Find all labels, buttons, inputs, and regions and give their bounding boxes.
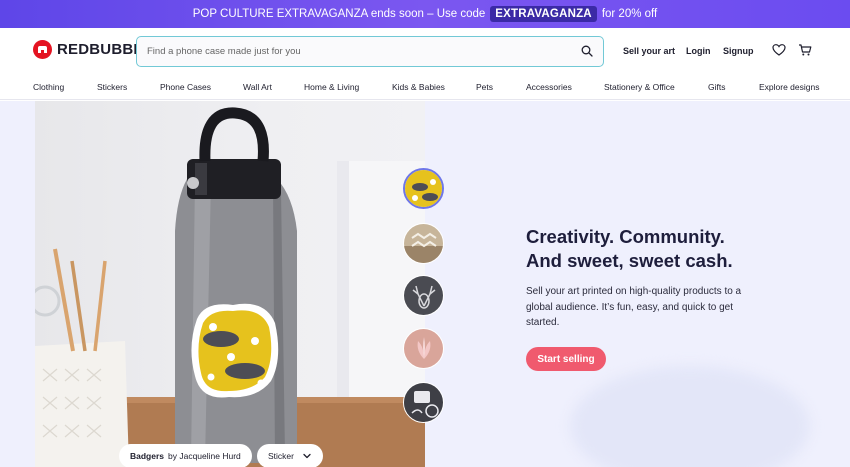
design-title: Badgers	[130, 451, 165, 461]
login-link[interactable]: Login	[686, 46, 711, 56]
category-stickers[interactable]: Stickers	[97, 82, 127, 92]
sell-your-art-link[interactable]: Sell your art	[623, 46, 675, 56]
category-stationery-office[interactable]: Stationery & Office	[604, 82, 675, 92]
logo[interactable]: REDBUBBLE	[33, 40, 153, 59]
design-artist: by Jacqueline Hurd	[168, 451, 241, 461]
hero-headline: Creativity. Community. And sweet, sweet …	[526, 225, 733, 273]
category-accessories[interactable]: Accessories	[526, 82, 572, 92]
design-thumbnail-badgers[interactable]	[403, 168, 444, 209]
site-header: REDBUBBLE Sell your art Login Signup	[0, 28, 850, 74]
promo-text: POP CULTURE EXTRAVAGANZA ends soon – Use…	[192, 8, 486, 20]
category-home-living[interactable]: Home & Living	[304, 82, 359, 92]
category-phone-cases[interactable]: Phone Cases	[160, 82, 211, 92]
signup-link[interactable]: Signup	[723, 46, 754, 56]
search-input[interactable]	[147, 46, 593, 57]
heart-icon[interactable]	[772, 43, 786, 57]
product-type-label: Sticker	[268, 451, 294, 461]
hero-section: Creativity. Community. And sweet, sweet …	[0, 101, 850, 467]
cart-icon[interactable]	[798, 43, 812, 57]
promo-text-suffix: for 20% off	[601, 8, 658, 20]
category-pets[interactable]: Pets	[476, 82, 493, 92]
category-nav: Clothing Stickers Phone Cases Wall Art H…	[0, 74, 850, 100]
category-wall-art[interactable]: Wall Art	[243, 82, 272, 92]
hero-subtext: Sell your art printed on high-quality pr…	[526, 286, 742, 328]
start-selling-button[interactable]: Start selling	[526, 347, 606, 371]
design-thumbnail-roam-free[interactable]	[403, 223, 444, 264]
promo-banner[interactable]: POP CULTURE EXTRAVAGANZA ends soon – Use…	[0, 0, 850, 28]
logo-icon	[33, 40, 52, 59]
search-icon[interactable]	[581, 45, 593, 57]
design-thumbnail-deer[interactable]	[403, 275, 444, 316]
category-gifts[interactable]: Gifts	[708, 82, 725, 92]
promo-code: EXTRAVAGANZA	[490, 6, 597, 22]
hero-headline-line-1: Creativity. Community.	[526, 226, 725, 247]
hero-headline-line-2: And sweet, sweet cash.	[526, 250, 733, 271]
hero-product-photo	[35, 101, 425, 467]
search-bar[interactable]	[136, 36, 604, 67]
design-thumbnail-doodles[interactable]	[403, 382, 444, 423]
design-thumbnail-lotus[interactable]	[403, 328, 444, 369]
category-explore-designs[interactable]: Explore designs	[759, 82, 819, 92]
design-credit-pill[interactable]: Badgers by Jacqueline Hurd	[119, 444, 252, 467]
chevron-down-icon	[303, 453, 311, 459]
category-kids-babies[interactable]: Kids & Babies	[392, 82, 445, 92]
category-clothing[interactable]: Clothing	[33, 82, 64, 92]
product-scene-illustration	[35, 107, 425, 467]
product-type-dropdown[interactable]: Sticker	[257, 444, 323, 467]
